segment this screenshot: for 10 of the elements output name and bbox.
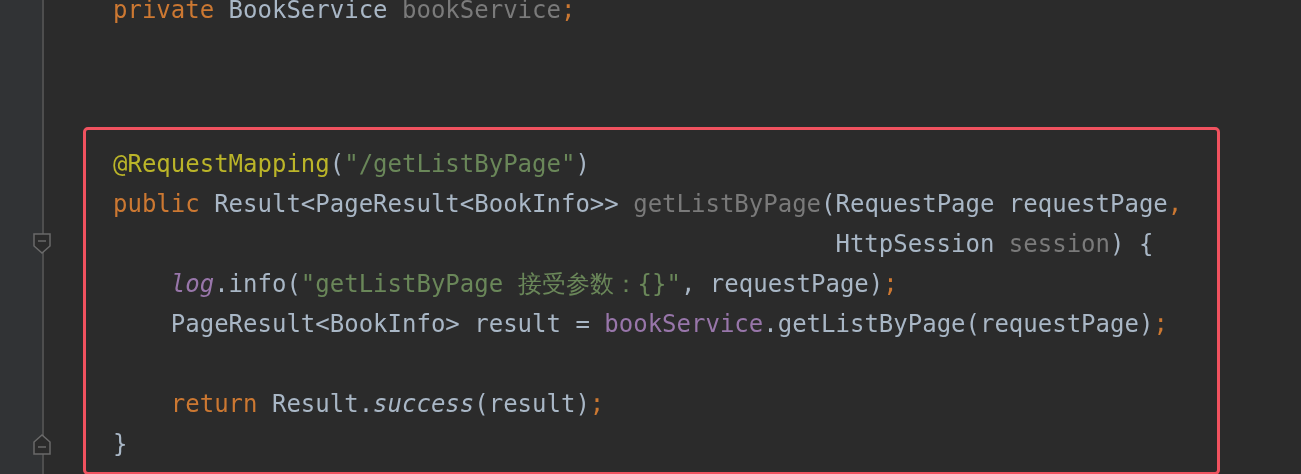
code-line: log.info("getListByPage 接受参数：{}", requestPage); (169, 269, 898, 300)
code-line: } (113, 429, 128, 460)
code-line: private BookService bookService; (113, 0, 576, 26)
fold-marker-icon[interactable] (33, 233, 51, 255)
code-line: PageResult<BookInfo> result = bookService.getListByPage(requestPage); (169, 309, 1168, 340)
code-line: HttpSession session) { (834, 229, 1154, 260)
code-line: public Result<PageResult<BookInfo>> getListByPage(RequestPage requestPage, (113, 189, 1183, 220)
code-line: @RequestMapping("/getListByPage") (113, 149, 590, 180)
code-line: return Result.success(result); (169, 389, 605, 420)
fold-marker-icon[interactable] (33, 433, 51, 455)
